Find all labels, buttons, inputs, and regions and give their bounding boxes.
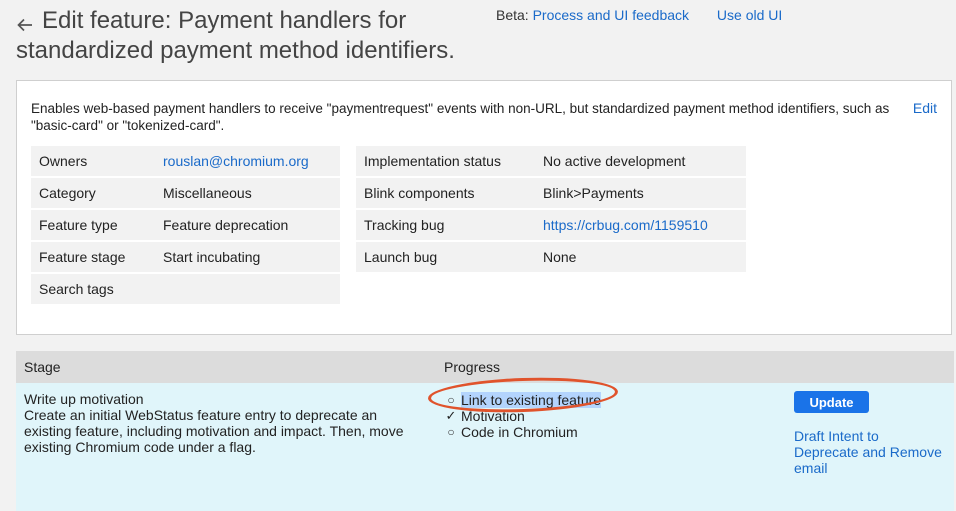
meta-row-category: Category Miscellaneous: [31, 178, 340, 208]
stage-title: Write up motivation: [24, 391, 144, 407]
edit-link[interactable]: Edit: [913, 100, 937, 116]
progress-item-label: Code in Chromium: [461, 424, 578, 440]
meta-key: Blink components: [364, 185, 475, 201]
stage-description: Create an initial WebStatus feature entr…: [24, 407, 404, 455]
meta-value: Miscellaneous: [163, 185, 252, 201]
meta-key: Search tags: [39, 281, 114, 297]
use-old-ui-link[interactable]: Use old UI: [717, 7, 782, 23]
back-arrow-icon[interactable]: [16, 16, 34, 34]
beta-label: Beta:: [496, 7, 529, 23]
stages-header-row: Stage Progress: [16, 351, 954, 383]
stage-cell: Write up motivation Create an initial We…: [24, 391, 409, 455]
meta-key: Feature stage: [39, 249, 126, 265]
feature-summary: Enables web-based payment handlers to re…: [31, 101, 890, 133]
meta-key: Feature type: [39, 217, 118, 233]
progress-item: ○ Code in Chromium: [444, 424, 601, 440]
owner-link[interactable]: rouslan@chromium.org: [163, 153, 309, 169]
page-header: Edit feature: Payment handlers for stand…: [16, 6, 486, 66]
progress-item: ✓ Motivation: [444, 408, 601, 424]
top-nav: Beta: Process and UI feedback Use old UI: [496, 7, 782, 23]
meta-key: Category: [39, 185, 96, 201]
circle-bullet-icon: ○: [447, 393, 455, 407]
meta-value: None: [543, 249, 577, 265]
circle-bullet-icon: ○: [447, 425, 455, 439]
meta-row-blink-components: Blink components Blink>Payments: [356, 178, 746, 208]
meta-key: Launch bug: [364, 249, 438, 265]
metadata-left: Owners rouslan@chromium.org Category Mis…: [31, 146, 340, 306]
draft-intent-link[interactable]: Draft Intent to Deprecate and Remove ema…: [794, 428, 944, 476]
progress-item-label: Motivation: [461, 408, 525, 424]
meta-key: Owners: [39, 153, 88, 169]
page-title: Edit feature: Payment handlers for stand…: [16, 7, 455, 64]
meta-row-owners: Owners rouslan@chromium.org: [31, 146, 340, 176]
progress-item: ○ Link to existing feature: [444, 392, 602, 408]
tracking-bug-link[interactable]: https://crbug.com/1159510: [543, 217, 708, 233]
meta-key: Implementation status: [364, 153, 501, 169]
progress-item-label: Link to existing feature: [461, 392, 602, 408]
meta-row-launch-bug: Launch bug None: [356, 242, 746, 272]
stages-table: Stage Progress Write up motivation Creat…: [16, 351, 954, 511]
meta-row-search-tags: Search tags: [31, 274, 340, 304]
meta-value: Start incubating: [163, 249, 261, 265]
meta-row-feature-type: Feature type Feature deprecation: [31, 210, 340, 240]
meta-value: Feature deprecation: [163, 217, 289, 233]
meta-key: Tracking bug: [364, 217, 445, 233]
stage-column-header: Stage: [24, 359, 61, 375]
checkmark-icon: ✓: [445, 408, 457, 423]
progress-list: ○ Link to existing feature ✓ Motivation …: [444, 392, 602, 440]
feature-card: Enables web-based payment handlers to re…: [16, 80, 952, 335]
meta-row-tracking-bug: Tracking bug https://crbug.com/1159510: [356, 210, 746, 240]
meta-row-feature-stage: Feature stage Start incubating: [31, 242, 340, 272]
meta-value: Blink>Payments: [543, 185, 644, 201]
feedback-link[interactable]: Process and UI feedback: [533, 7, 689, 23]
meta-row-implementation-status: Implementation status No active developm…: [356, 146, 746, 176]
progress-column-header: Progress: [444, 359, 501, 375]
metadata-right: Implementation status No active developm…: [356, 146, 746, 274]
meta-value: No active development: [543, 153, 686, 169]
update-button[interactable]: Update: [794, 391, 869, 413]
